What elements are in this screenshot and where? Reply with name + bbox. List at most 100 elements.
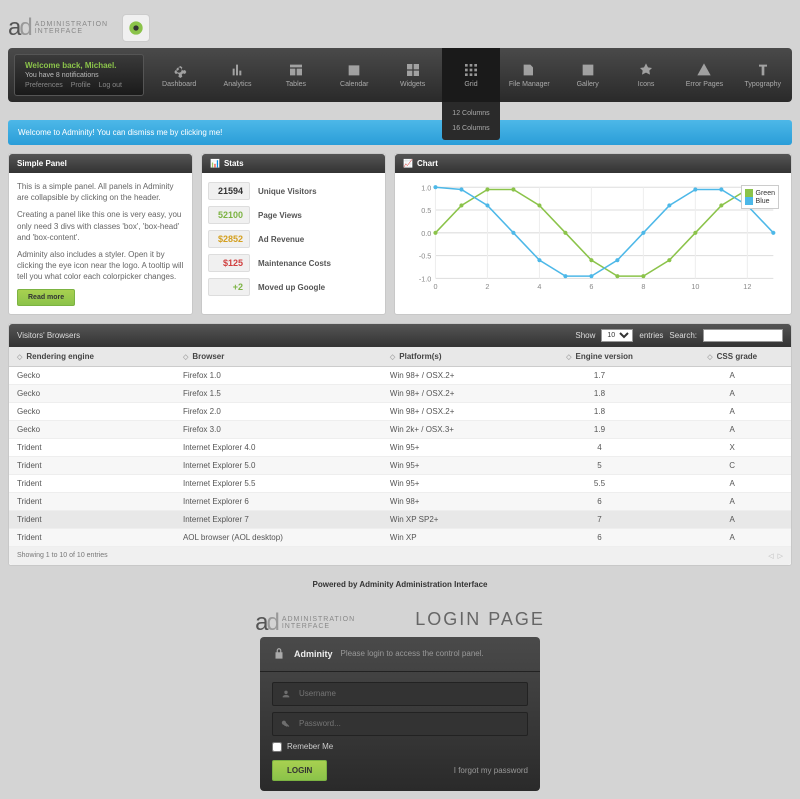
panel-text: This is a simple panel. All panels in Ad…: [17, 181, 184, 203]
panel-text: Creating a panel like this one is very e…: [17, 209, 184, 243]
gallery-icon: [580, 62, 596, 78]
link-preferences[interactable]: Preferences: [25, 82, 63, 89]
table-header[interactable]: ◇Rendering engine: [9, 347, 175, 367]
entries-select[interactable]: 10: [601, 329, 633, 342]
nav-grid[interactable]: Grid12 Columns16 Columns: [442, 48, 500, 102]
powered-by: Powered by Adminity Administration Inter…: [8, 580, 792, 589]
table-row[interactable]: GeckoFirefox 1.5Win 98+ / OSX.2+1.8A: [9, 384, 791, 402]
pager-prev[interactable]: ◁: [768, 552, 773, 560]
nav-file-manager[interactable]: File Manager: [500, 48, 558, 102]
nav-tables[interactable]: Tables: [267, 48, 325, 102]
header: ad ADMINISTRATION INTERFACE: [8, 8, 792, 48]
svg-text:2: 2: [485, 282, 489, 291]
svg-text:0: 0: [433, 282, 437, 291]
nav-analytics[interactable]: Analytics: [208, 48, 266, 102]
brand-line1: ADMINISTRATION: [35, 21, 108, 28]
table-row[interactable]: GeckoFirefox 1.0Win 98+ / OSX.2+1.7A: [9, 366, 791, 384]
login-title: Adminity: [294, 649, 333, 659]
nav-icons[interactable]: Icons: [617, 48, 675, 102]
svg-text:8: 8: [641, 282, 645, 291]
password-input[interactable]: [299, 719, 519, 728]
main-nav: DashboardAnalyticsTablesCalendarWidgetsG…: [150, 48, 792, 102]
table-row[interactable]: GeckoFirefox 3.0Win 2k+ / OSX.3+1.9A: [9, 420, 791, 438]
username-input[interactable]: [299, 689, 519, 698]
chart-icon: [230, 62, 246, 78]
search-input[interactable]: [703, 329, 783, 342]
username-field[interactable]: [272, 682, 528, 706]
stats-panel: 📊Stats 21594Unique Visitors 52100 Page Vie…: [201, 153, 386, 315]
stat-label: Ad Revenue: [258, 235, 304, 244]
eye-icon: [128, 20, 144, 36]
login-box: Adminity Please login to access the cont…: [260, 637, 540, 791]
table-row[interactable]: TridentInternet Explorer 5.5Win 95+5.5A: [9, 474, 791, 492]
table-row[interactable]: TridentInternet Explorer 4.0Win 95+4X: [9, 438, 791, 456]
login-logo: ad ADMINISTRATION INTERFACE: [255, 603, 355, 637]
stat-row: 21594Unique Visitors: [208, 179, 379, 203]
pager-next[interactable]: ▷: [778, 552, 783, 560]
remember-checkbox[interactable]: [272, 742, 282, 752]
table-header[interactable]: ◇CSS grade: [673, 347, 791, 367]
nav-error-pages[interactable]: Error Pages: [675, 48, 733, 102]
lock-icon: [272, 647, 286, 661]
table-header[interactable]: ◇Platform(s): [382, 347, 526, 367]
remember-me[interactable]: Remeber Me: [272, 742, 528, 752]
panel-header[interactable]: Simple Panel: [9, 154, 192, 173]
brand-line2: INTERFACE: [35, 28, 108, 35]
nav-dd-item[interactable]: 16 Columns: [442, 121, 500, 136]
browsers-table-panel: Visitors' Browsers Show 10 entries Searc…: [8, 323, 792, 566]
stat-label: Page Views: [258, 211, 302, 220]
table-row[interactable]: GeckoFirefox 2.0Win 98+ / OSX.2+1.8A: [9, 402, 791, 420]
welcome-links: Preferences Profile Log out: [25, 82, 133, 89]
welcome-title: Welcome back, Michael.: [25, 61, 133, 70]
stat-row: +2Moved up Google: [208, 275, 379, 299]
nav-widgets[interactable]: Widgets: [383, 48, 441, 102]
styler-eye-button[interactable]: [122, 14, 150, 42]
widgets-icon: [405, 62, 421, 78]
svg-text:1.0: 1.0: [421, 183, 431, 192]
nav-gallery[interactable]: Gallery: [559, 48, 617, 102]
table-toolbar: Visitors' Browsers Show 10 entries Searc…: [9, 324, 791, 347]
stat-row: 52100 Page Views: [208, 203, 379, 227]
chart-panel: 📈Chart -1.0-0.50.00.51.0024681012 GreenB…: [394, 153, 792, 315]
svg-text:12: 12: [743, 282, 751, 291]
link-logout[interactable]: Log out: [99, 82, 122, 89]
nav-typography[interactable]: Typography: [734, 48, 792, 102]
stat-label: Maintenance Costs: [258, 259, 331, 268]
typo-icon: [755, 62, 771, 78]
svg-text:-0.5: -0.5: [419, 252, 432, 261]
password-field[interactable]: [272, 712, 528, 736]
welcome-sub: You have 8 notifications: [25, 72, 133, 79]
alert-banner[interactable]: Welcome to Adminity! You can dismiss me …: [8, 120, 792, 145]
table-header[interactable]: ◇Browser: [175, 347, 382, 367]
table-header[interactable]: ◇Engine version: [526, 347, 674, 367]
table-row[interactable]: TridentAOL browser (AOL desktop)Win XP6A: [9, 528, 791, 546]
chart-legend: GreenBlue: [741, 185, 779, 209]
stat-value: 52100: [208, 206, 250, 224]
login-button[interactable]: LOGIN: [272, 760, 327, 781]
pager: ◁ ▷: [768, 552, 783, 560]
svg-text:6: 6: [589, 282, 593, 291]
forgot-password-link[interactable]: I forgot my password: [454, 766, 528, 775]
stats-header[interactable]: 📊Stats: [202, 154, 385, 173]
stat-row: $125Maintenance Costs: [208, 251, 379, 275]
icons-icon: [638, 62, 654, 78]
link-profile[interactable]: Profile: [71, 82, 91, 89]
table-row[interactable]: TridentInternet Explorer 6Win 98+6A: [9, 492, 791, 510]
grid-icon: [463, 62, 479, 78]
stats-list: 21594Unique Visitors52100Page Views$2852…: [202, 173, 385, 305]
panel-text: Adminity also includes a styler. Open it…: [17, 249, 184, 283]
nav-dd-item[interactable]: 12 Columns: [442, 106, 500, 121]
chart-svg: -1.0-0.50.00.51.0024681012: [403, 181, 783, 295]
browsers-table: ◇Rendering engine◇Browser◇Platform(s)◇En…: [9, 347, 791, 547]
svg-text:10: 10: [691, 282, 699, 291]
table-row[interactable]: TridentInternet Explorer 5.0Win 95+5C: [9, 456, 791, 474]
table-row[interactable]: TridentInternet Explorer 7Win XP SP2+7A: [9, 510, 791, 528]
nav-dashboard[interactable]: Dashboard: [150, 48, 208, 102]
calendar-icon: [346, 62, 362, 78]
topbar: Welcome back, Michael. You have 8 notifi…: [8, 48, 792, 102]
read-more-button[interactable]: Read more: [17, 289, 75, 306]
chart-header[interactable]: 📈Chart: [395, 154, 791, 173]
stat-value: 21594: [208, 182, 250, 200]
nav-calendar[interactable]: Calendar: [325, 48, 383, 102]
table-icon: [288, 62, 304, 78]
